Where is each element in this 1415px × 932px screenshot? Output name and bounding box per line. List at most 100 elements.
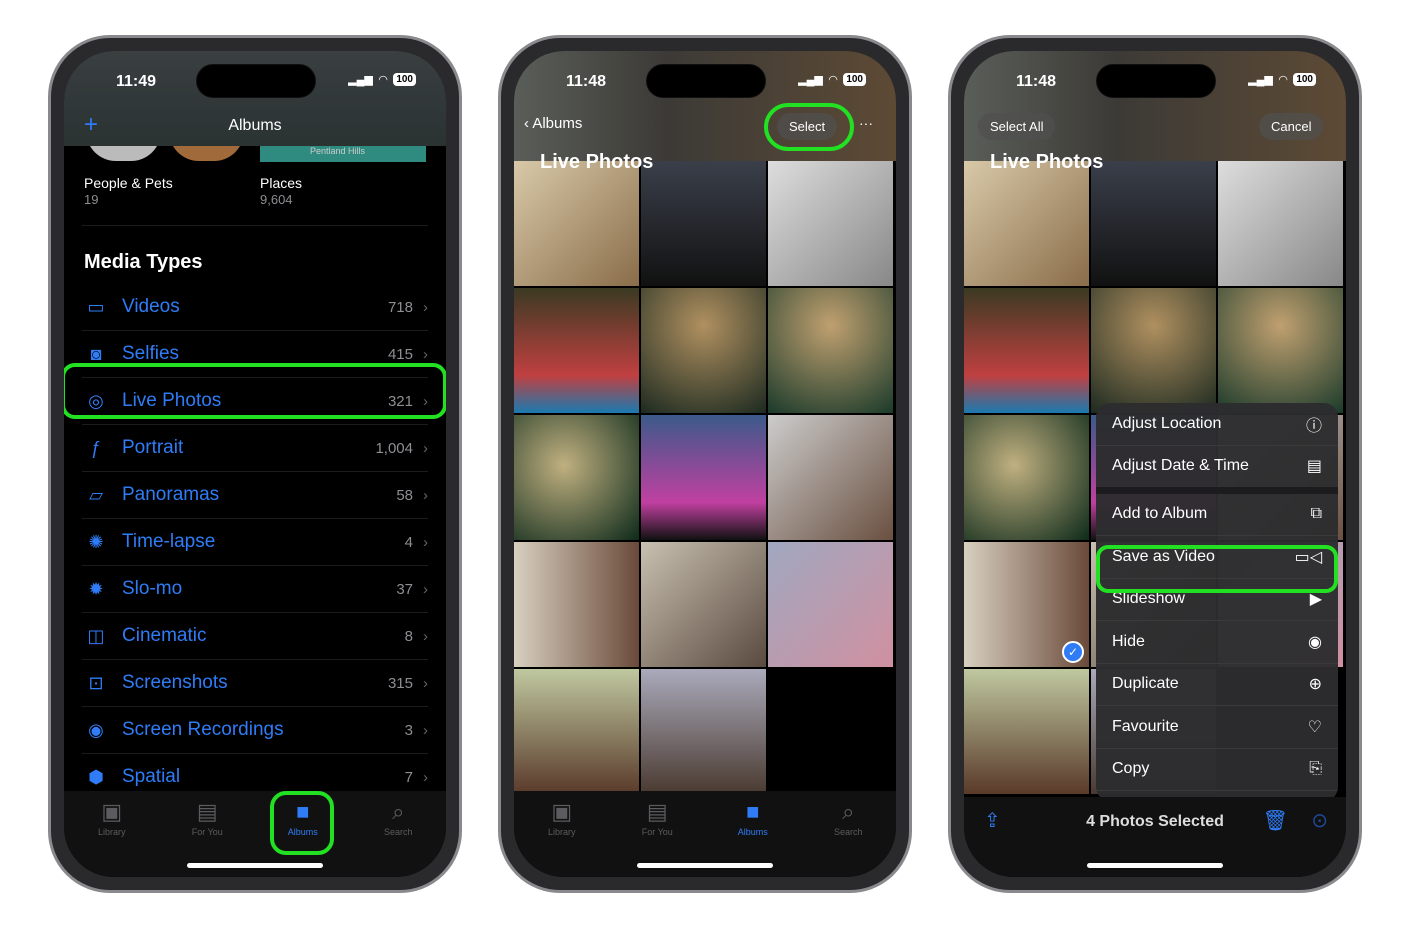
home-indicator[interactable] [1087,863,1223,868]
tab-search[interactable]: ⌕ Search [813,799,883,877]
photo-thumbnail[interactable] [514,415,639,540]
photo-thumbnail[interactable] [641,415,766,540]
section-heading: Media Types [84,251,203,273]
menu-item-duplicate[interactable]: Duplicate ⊕ [1096,664,1338,706]
photo-thumbnail[interactable] [514,542,639,667]
tab-label: Search [833,827,863,837]
media-type-row[interactable]: ◉ Screen Recordings 3 › [82,707,428,754]
media-type-count: 718 [387,298,413,316]
menu-item-copy[interactable]: Copy ⎘ [1096,749,1338,791]
menu-item-adjust-date-time[interactable]: Adjust Date & Time ▤ [1096,446,1338,494]
tab-label: For You [641,827,673,837]
photo-thumbnail[interactable] [641,669,766,794]
media-type-row[interactable]: ✹ Slo-mo 37 › [82,566,428,613]
dynamic-island [1096,64,1216,98]
dynamic-island [646,64,766,98]
more-icon[interactable]: ··· [859,115,873,131]
tab-label: Library [97,827,126,837]
tab-search[interactable]: ⌕ Search [363,799,433,877]
tab-icon: ▤ [646,799,668,824]
media-type-row[interactable]: ƒ Portrait 1,004 › [82,425,428,472]
photo-thumbnail[interactable] [1091,161,1216,286]
photo-thumbnail[interactable] [768,542,893,667]
menu-item-hide[interactable]: Hide ◉ [1096,621,1338,664]
menu-item-add-to-album[interactable]: Add to Album ⧉ [1096,494,1338,536]
photo-thumbnail[interactable] [964,415,1089,540]
media-type-row[interactable]: ✺ Time-lapse 4 › [82,519,428,566]
places-count: 9,604 [260,192,293,207]
menu-item-icon: ♡ [1307,718,1322,736]
media-type-icon: ✹ [88,578,104,599]
chevron-right-icon: › [423,345,428,363]
album-title: Live Photos [540,151,654,173]
media-type-row[interactable]: ▭ Videos 718 › [82,284,428,331]
tab-library[interactable]: ▣ Library [77,799,147,877]
media-type-count: 4 [404,533,413,551]
media-type-count: 58 [396,486,413,504]
menu-item-icon: ⧉ [1310,505,1322,523]
tab-icon: ⌕ [842,799,855,824]
media-type-label: Time-lapse [122,531,216,552]
chevron-right-icon: › [423,439,428,457]
status-icons: ▂▄▆ ◠ 100 [798,73,866,86]
media-type-icon: ⊡ [88,672,104,693]
photo-thumbnail[interactable] [768,161,893,286]
places-label[interactable]: Places [260,175,302,191]
cancel-button[interactable]: Cancel [1259,113,1324,140]
signal-icon: ▂▄▆ [348,74,373,86]
menu-item-icon: ◉ [1308,633,1322,651]
photo-thumbnail[interactable] [964,161,1089,286]
photo-thumbnail[interactable] [964,288,1089,413]
photo-thumbnail[interactable] [768,288,893,413]
media-type-count: 7 [404,768,413,786]
photo-thumbnail[interactable] [641,288,766,413]
trash-icon[interactable]: 🗑 [1263,808,1288,833]
media-type-row[interactable]: ▱ Panoramas 58 › [82,472,428,519]
menu-item-label: Add to Album [1112,505,1208,523]
media-type-label: Cinematic [122,625,207,646]
photo-thumbnail[interactable] [964,669,1089,794]
dynamic-island [196,64,316,98]
media-type-icon: ▱ [89,484,103,505]
media-type-icon: ✺ [88,531,104,552]
photo-thumbnail[interactable] [768,415,893,540]
media-type-row[interactable]: ⊡ Screenshots 315 › [82,660,428,707]
tab-label: Library [547,827,576,837]
places-map[interactable]: Pentland Hills [260,146,426,162]
menu-item-adjust-location[interactable]: Adjust Location ⓘ [1096,403,1338,446]
photo-thumbnail[interactable] [514,161,639,286]
people-label[interactable]: People & Pets [84,175,173,191]
menu-item-label: Favourite [1112,717,1179,735]
photo-thumbnail[interactable] [641,542,766,667]
wifi-icon: ◠ [378,74,388,86]
phone-live-photos: 11:48 ▂▄▆ ◠ 100 ‹ Albums Select ··· Live P… [498,35,912,893]
chevron-right-icon: › [423,674,428,692]
selected-checkmark-icon[interactable]: ✓ [1062,641,1084,663]
home-indicator[interactable] [187,863,323,868]
menu-item-icon: ▤ [1306,458,1322,475]
media-type-count: 315 [387,674,413,692]
back-button[interactable]: ‹ Albums [524,115,582,132]
media-type-icon: ◉ [88,719,104,740]
photo-thumbnail[interactable] [641,161,766,286]
photo-thumbnail[interactable] [514,669,639,794]
signal-icon: ▂▄▆ [798,74,823,86]
select-all-button[interactable]: Select All [978,113,1056,140]
tab-library[interactable]: ▣ Library [527,799,597,877]
people-count: 19 [84,192,99,207]
menu-item-favourite[interactable]: Favourite ♡ [1096,706,1338,749]
battery-icon: 100 [843,73,866,86]
chevron-right-icon: › [423,721,428,739]
media-type-count: 3 [404,721,413,739]
photo-thumbnail[interactable] [1091,288,1216,413]
media-type-icon: ◫ [87,625,105,646]
media-type-row[interactable]: ◫ Cinematic 8 › [82,613,428,660]
signal-icon: ▂▄▆ [1248,74,1273,86]
home-indicator[interactable] [637,863,773,868]
menu-item-label: Copy [1112,760,1150,778]
more-circle-icon[interactable]: ⊙ [1311,808,1328,833]
photo-thumbnail[interactable] [1218,288,1343,413]
media-type-count: 1,004 [375,439,413,457]
photo-thumbnail[interactable] [514,288,639,413]
photo-thumbnail[interactable] [1218,161,1343,286]
